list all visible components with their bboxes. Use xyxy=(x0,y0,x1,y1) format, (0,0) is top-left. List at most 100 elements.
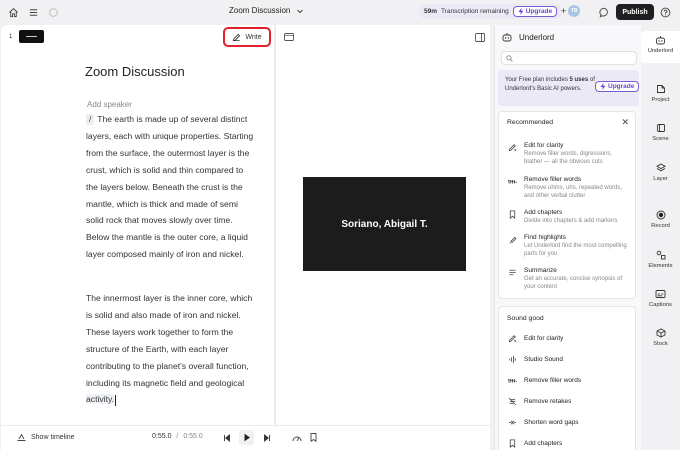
bookmark-icon xyxy=(508,210,517,219)
search-icon xyxy=(506,55,513,62)
pen-icon xyxy=(232,33,241,42)
skip-forward-icon[interactable] xyxy=(259,430,274,445)
sync-status-icon xyxy=(46,5,60,19)
rec-add-chapters[interactable]: Add chapters Divide into chapters & add … xyxy=(508,209,630,229)
studio-sound-icon xyxy=(508,355,517,364)
nav-record[interactable]: Record xyxy=(641,210,680,229)
bookmark-icon[interactable] xyxy=(306,430,321,445)
scene-icon xyxy=(656,123,666,133)
nav-layer[interactable]: Layer xyxy=(641,163,680,182)
publish-button[interactable]: Publish xyxy=(616,4,654,20)
text-cursor xyxy=(115,394,117,406)
avatar[interactable]: TB xyxy=(568,5,581,17)
rec-edit-for-clarity[interactable]: Edit for clarity Remove filler words, di… xyxy=(508,142,630,170)
timeline-icon xyxy=(17,433,26,441)
underlord-header: Underlord xyxy=(502,32,554,42)
nav-project[interactable]: Project xyxy=(641,84,680,103)
highlight-icon xyxy=(508,235,517,244)
project-title: Zoom Discussion xyxy=(229,6,291,15)
word-gaps-icon xyxy=(508,418,517,427)
scene-thumbnail[interactable] xyxy=(19,30,44,43)
help-icon[interactable] xyxy=(658,5,672,19)
chevron-down-icon xyxy=(296,7,304,15)
scene-number: 1 xyxy=(9,34,13,40)
summarize-icon xyxy=(508,268,517,277)
project-title-dropdown[interactable]: Zoom Discussion xyxy=(229,6,304,15)
write-label: Write xyxy=(245,33,262,41)
retakes-icon xyxy=(508,397,517,406)
right-nav: Underlord Project Scene Layer Record Ele… xyxy=(641,25,680,450)
collaborators[interactable]: + TB xyxy=(561,5,581,17)
sidebar-toggle-icon[interactable] xyxy=(475,33,485,42)
svg-text:UH: UH xyxy=(508,378,516,384)
name-caption: Soriano, Abigail T. xyxy=(341,218,428,230)
paragraph-text: The innermost layer is the inner core, w… xyxy=(86,293,253,388)
document-title[interactable]: Zoom Discussion xyxy=(85,64,185,79)
rec-summarize[interactable]: Summarize Get an accurate, concise synop… xyxy=(508,267,630,295)
add-speaker-button[interactable]: Add speaker xyxy=(87,100,132,109)
nav-scene[interactable]: Scene xyxy=(641,123,680,142)
write-button[interactable]: Write xyxy=(223,27,271,47)
underlord-search-input[interactable] xyxy=(501,51,637,65)
video-canvas[interactable]: Soriano, Abigail T. xyxy=(303,177,466,271)
slash-command-tag[interactable]: / xyxy=(86,114,95,125)
upgrade-button[interactable]: Upgrade xyxy=(512,6,558,17)
transcription-label: Transcription remaining xyxy=(441,8,509,15)
rec-find-highlights[interactable]: Find highlights Let Underlord find the m… xyxy=(508,234,630,262)
sound-good-title: Sound good xyxy=(507,315,544,322)
paragraph-text: The earth is made up of several distinct… xyxy=(86,114,254,260)
paragraph[interactable]: / The earth is made up of several distinc… xyxy=(86,111,256,263)
add-collaborator-icon[interactable]: + xyxy=(561,6,566,16)
comment-icon[interactable] xyxy=(597,5,611,19)
sg-remove-filler-words[interactable]: UH Remove filler words xyxy=(508,376,581,385)
sound-good-card: Sound good Edit for clarity Studio Sound… xyxy=(498,306,636,450)
paragraph-last-word: activity. xyxy=(86,394,115,405)
underlord-panel: Underlord Your Free plan includes 5 uses… xyxy=(494,25,641,450)
total-time: 0:55.0 xyxy=(183,433,203,440)
nav-stock[interactable]: Stock xyxy=(641,328,680,347)
plan-upgrade-button[interactable]: Upgrade xyxy=(595,81,640,92)
top-bar: Zoom Discussion 59m Transcription remain… xyxy=(0,0,680,24)
timecode: 0:55.0 / 0:55.0 xyxy=(152,433,203,440)
elements-icon xyxy=(656,250,666,260)
show-timeline-button[interactable]: Show timeline xyxy=(17,433,75,441)
menu-icon[interactable] xyxy=(26,5,40,19)
sg-remove-retakes[interactable]: Remove retakes xyxy=(508,397,571,406)
playback-bar: Show timeline 0:55.0 / 0:55.0 xyxy=(1,425,490,450)
bookmark-icon xyxy=(508,439,517,448)
current-time: 0:55.0 xyxy=(152,433,172,440)
nav-elements[interactable]: Elements xyxy=(641,250,680,269)
underlord-icon xyxy=(502,32,512,42)
script-editor: 1 Write Zoom Discussion Add speaker / The… xyxy=(1,25,274,425)
captions-icon xyxy=(655,289,666,299)
paragraph[interactable]: The innermost layer is the inner core, w… xyxy=(86,290,256,408)
speed-gauge-icon[interactable] xyxy=(289,430,304,445)
sg-edit-for-clarity[interactable]: Edit for clarity xyxy=(508,334,563,343)
recommended-title: Recommended xyxy=(507,119,554,126)
filler-words-icon: UH xyxy=(508,177,517,186)
sg-studio-sound[interactable]: Studio Sound xyxy=(508,355,563,364)
plan-text: Your Free plan includes 5 uses of Underl… xyxy=(505,77,595,92)
underlord-icon xyxy=(655,35,666,45)
nav-underlord[interactable]: Underlord xyxy=(641,31,680,63)
home-icon[interactable] xyxy=(6,5,20,19)
close-icon[interactable]: ✕ xyxy=(621,117,629,128)
recommended-card: Recommended ✕ Edit for clarity Remove fi… xyxy=(498,111,636,299)
stock-icon xyxy=(656,328,666,338)
project-icon xyxy=(656,84,666,94)
transcription-badge: 59m Transcription remaining Upgrade xyxy=(419,4,563,19)
aspect-ratio-icon[interactable] xyxy=(284,33,294,42)
play-icon[interactable] xyxy=(239,430,254,445)
sg-shorten-word-gaps[interactable]: Shorten word gaps xyxy=(508,418,579,427)
record-icon xyxy=(656,210,666,220)
skip-back-icon[interactable] xyxy=(219,430,234,445)
sg-add-chapters[interactable]: Add chapters xyxy=(508,439,562,448)
svg-text:UH: UH xyxy=(508,179,516,185)
layer-icon xyxy=(655,163,666,173)
transcription-minutes: 59m xyxy=(424,8,438,15)
lightning-icon xyxy=(518,8,524,15)
rec-remove-filler-words[interactable]: UH Remove filler words Remove uhms, uhs,… xyxy=(508,176,630,204)
sparkle-pen-icon xyxy=(508,334,517,343)
nav-captions[interactable]: Captions xyxy=(641,289,680,308)
free-plan-notice: Your Free plan includes 5 uses of Underl… xyxy=(498,70,640,106)
